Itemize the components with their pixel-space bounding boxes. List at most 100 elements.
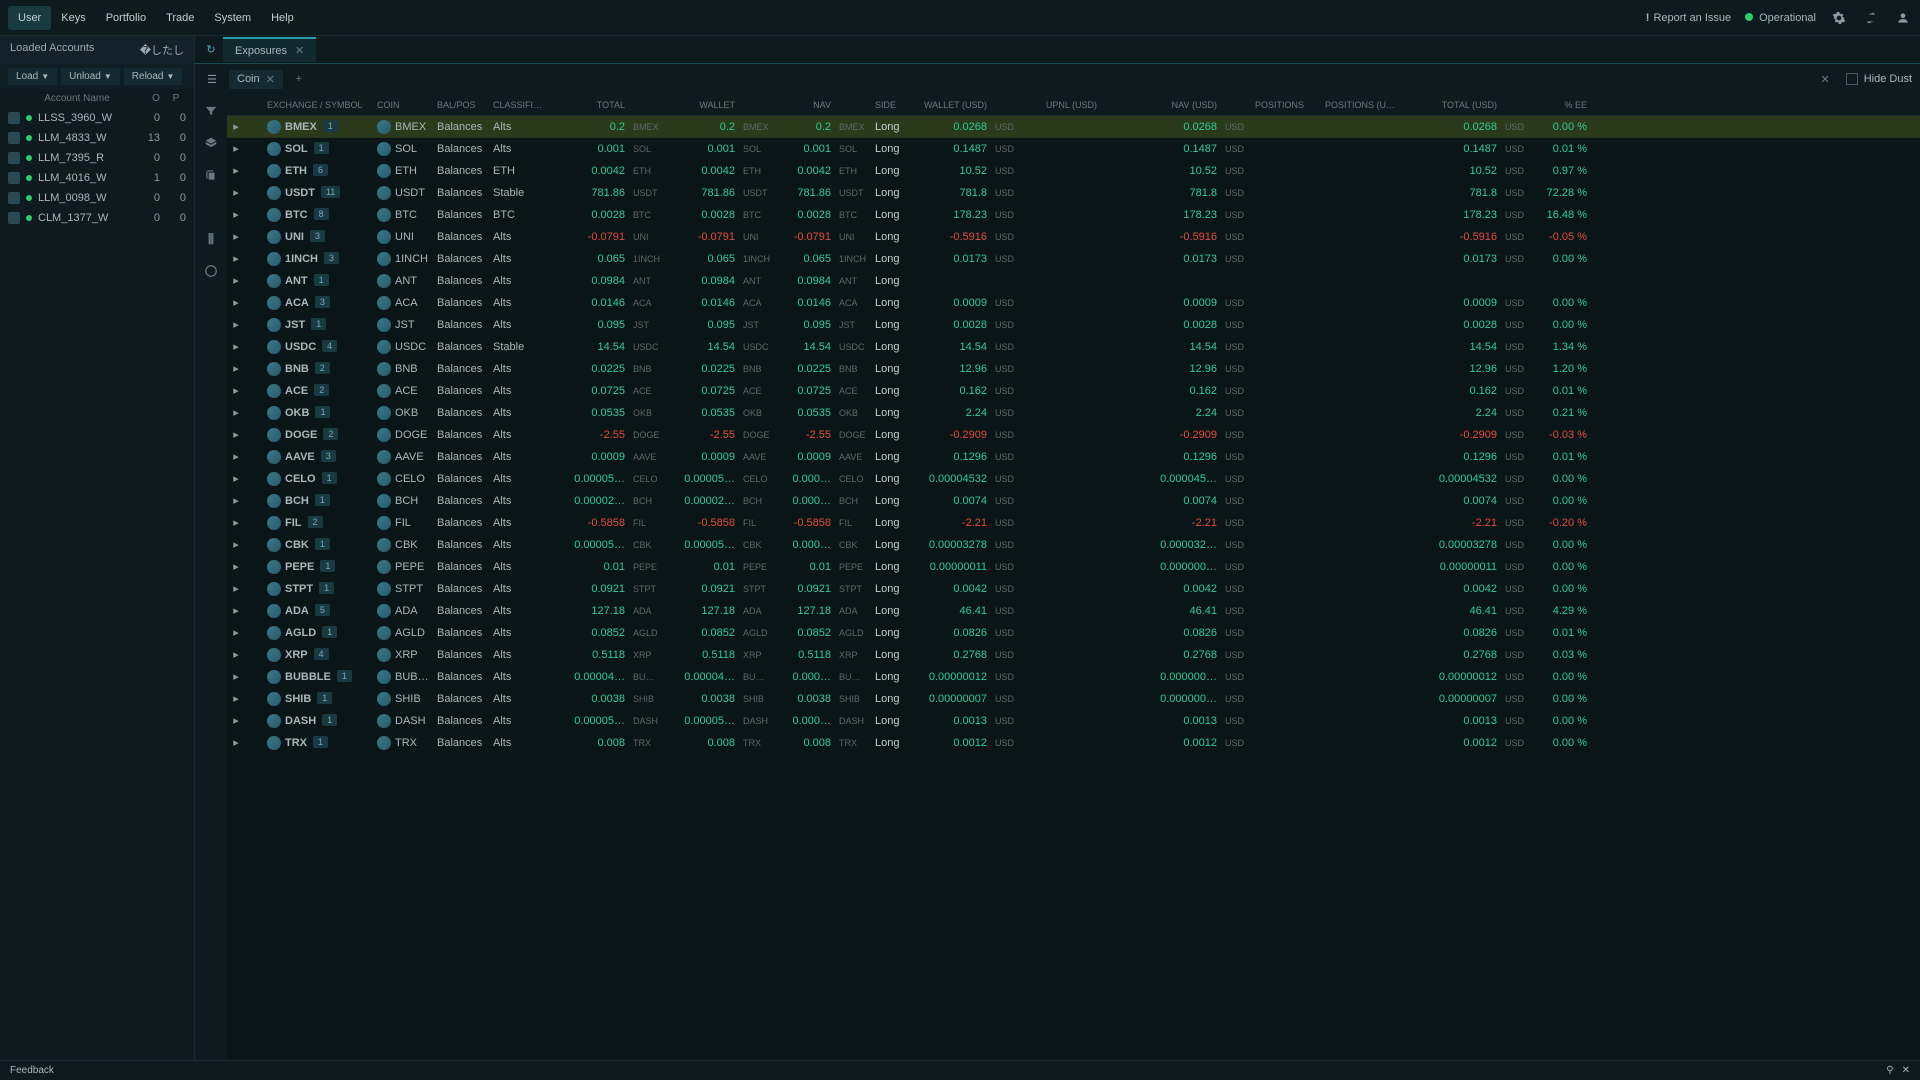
expand-icon[interactable]: ▸: [227, 252, 245, 265]
account-row[interactable]: LLSS_3960_W00: [0, 108, 194, 128]
hide-dust-checkbox[interactable]: Hide Dust: [1846, 73, 1912, 85]
expand-icon[interactable]: ▸: [227, 604, 245, 617]
expand-icon[interactable]: ▸: [227, 626, 245, 639]
tool-load[interactable]: Load ▼: [8, 68, 57, 85]
feedback-link[interactable]: Feedback: [10, 1065, 54, 1076]
table-row[interactable]: ▸ETH6ETHBalancesETH0.0042ETH0.0042ETH0.0…: [227, 160, 1920, 182]
expand-icon[interactable]: ▸: [227, 516, 245, 529]
tab-exposures[interactable]: Exposures ✕: [223, 37, 316, 62]
col-header[interactable]: POSITIONS (USD): [1321, 100, 1401, 110]
table-row[interactable]: ▸DASH1DASHBalancesAlts0.00005…DASH0.0000…: [227, 710, 1920, 732]
table-row[interactable]: ▸FIL2FILBalancesAlts-0.5858FIL-0.5858FIL…: [227, 512, 1920, 534]
col-header[interactable]: NAV: [775, 100, 835, 110]
col-header[interactable]: COIN: [373, 100, 433, 110]
expand-icon[interactable]: ▸: [227, 142, 245, 155]
table-row[interactable]: ▸BUBBLE1BUBB…BalancesAlts0.00004…BU…0.00…: [227, 666, 1920, 688]
table-row[interactable]: ▸JST1JSTBalancesAlts0.095JST0.095JST0.09…: [227, 314, 1920, 336]
expand-icon[interactable]: ▸: [227, 230, 245, 243]
col-header[interactable]: NAV (USD): [1131, 100, 1221, 110]
account-row[interactable]: LLM_4016_W10: [0, 168, 194, 188]
footer-pin-icon[interactable]: ⚲: [1886, 1065, 1893, 1076]
expand-icon[interactable]: ▸: [227, 274, 245, 287]
expand-icon[interactable]: ▸: [227, 296, 245, 309]
table-row[interactable]: ▸ANT1ANTBalancesAlts0.0984ANT0.0984ANT0.…: [227, 270, 1920, 292]
expand-icon[interactable]: ▸: [227, 736, 245, 749]
expand-icon[interactable]: ▸: [227, 714, 245, 727]
filter-chip-coin[interactable]: Coin ✕: [229, 70, 283, 89]
info-icon[interactable]: [202, 262, 220, 280]
table-row[interactable]: ▸STPT1STPTBalancesAlts0.0921STPT0.0921ST…: [227, 578, 1920, 600]
tool-reload[interactable]: Reload ▼: [124, 68, 183, 85]
menu-help[interactable]: Help: [261, 6, 304, 30]
expand-icon[interactable]: ▸: [227, 560, 245, 573]
close-icon[interactable]: ✕: [295, 44, 304, 57]
expand-icon[interactable]: ▸: [227, 406, 245, 419]
table-row[interactable]: ▸ADA5ADABalancesAlts127.18ADA127.18ADA12…: [227, 600, 1920, 622]
col-header[interactable]: CLASSIFICATION: [489, 100, 549, 110]
menu-icon[interactable]: ☰: [203, 70, 221, 88]
expand-icon[interactable]: ▸: [227, 648, 245, 661]
menu-trade[interactable]: Trade: [156, 6, 204, 30]
table-row[interactable]: ▸DOGE2DOGEBalancesAlts-2.55DOGE-2.55DOGE…: [227, 424, 1920, 446]
expand-icon[interactable]: ▸: [227, 538, 245, 551]
col-header[interactable]: % EE: [1531, 100, 1591, 110]
expand-icon[interactable]: ▸: [227, 450, 245, 463]
table-row[interactable]: ▸BNB2BNBBalancesAlts0.0225BNB0.0225BNB0.…: [227, 358, 1920, 380]
col-header[interactable]: POSITIONS: [1251, 100, 1321, 110]
chip-close-icon[interactable]: ✕: [266, 73, 275, 86]
expand-icon[interactable]: ▸: [227, 340, 245, 353]
expand-icon[interactable]: ▸: [227, 164, 245, 177]
col-header[interactable]: BAL/POS: [433, 100, 489, 110]
settings-icon[interactable]: [1830, 9, 1848, 27]
account-row[interactable]: LLM_7395_R00: [0, 148, 194, 168]
user-icon[interactable]: [1894, 9, 1912, 27]
collapse-icon[interactable]: �したし: [140, 42, 184, 58]
layers-icon[interactable]: [202, 134, 220, 152]
table-row[interactable]: ▸CBK1CBKBalancesAlts0.00005…CBK0.00005…C…: [227, 534, 1920, 556]
sliders-icon[interactable]: [202, 198, 220, 216]
col-header[interactable]: TOTAL (USD): [1401, 100, 1501, 110]
col-header[interactable]: WALLET (USD): [911, 100, 991, 110]
menu-portfolio[interactable]: Portfolio: [96, 6, 156, 30]
account-row[interactable]: LLM_0098_W00: [0, 188, 194, 208]
table-row[interactable]: ▸PEPE1PEPEBalancesAlts0.01PEPE0.01PEPE0.…: [227, 556, 1920, 578]
table-row[interactable]: ▸USDT11USDTBalancesStable781.86USDT781.8…: [227, 182, 1920, 204]
table-row[interactable]: ▸AAVE3AAVEBalancesAlts0.0009AAVE0.0009AA…: [227, 446, 1920, 468]
account-row[interactable]: LLM_4833_W130: [0, 128, 194, 148]
table-row[interactable]: ▸CELO1CELOBalancesAlts0.00005…CELO0.0000…: [227, 468, 1920, 490]
col-header[interactable]: WALLET: [669, 100, 739, 110]
account-row[interactable]: CLM_1377_W00: [0, 208, 194, 228]
expand-icon[interactable]: ▸: [227, 384, 245, 397]
filter-icon[interactable]: [202, 102, 220, 120]
expand-icon[interactable]: ▸: [227, 670, 245, 683]
table-row[interactable]: ▸OKB1OKBBalancesAlts0.0535OKB0.0535OKB0.…: [227, 402, 1920, 424]
expand-icon[interactable]: ▸: [227, 582, 245, 595]
expand-icon[interactable]: ▸: [227, 120, 245, 133]
table-row[interactable]: ▸1INCH31INCHBalancesAlts0.0651INCH0.0651…: [227, 248, 1920, 270]
col-header[interactable]: SIDE: [871, 100, 911, 110]
table-row[interactable]: ▸ACA3ACABalancesAlts0.0146ACA0.0146ACA0.…: [227, 292, 1920, 314]
table-row[interactable]: ▸UNI3UNIBalancesAlts-0.0791UNI-0.0791UNI…: [227, 226, 1920, 248]
table-row[interactable]: ▸BCH1BCHBalancesAlts0.00002…BCH0.00002…B…: [227, 490, 1920, 512]
footer-close-icon[interactable]: ✕: [1902, 1065, 1910, 1076]
menu-keys[interactable]: Keys: [51, 6, 95, 30]
swap-icon[interactable]: [1862, 9, 1880, 27]
table-row[interactable]: ▸USDC4USDCBalancesStable14.54USDC14.54US…: [227, 336, 1920, 358]
col-header[interactable]: TOTAL: [549, 100, 629, 110]
report-issue-link[interactable]: !Report an Issue: [1646, 12, 1731, 24]
table-row[interactable]: ▸SHIB1SHIBBalancesAlts0.0038SHIB0.0038SH…: [227, 688, 1920, 710]
refresh-icon[interactable]: ↻: [199, 38, 223, 62]
columns-icon[interactable]: ⦀: [202, 230, 220, 248]
expand-icon[interactable]: ▸: [227, 186, 245, 199]
expand-icon[interactable]: ▸: [227, 428, 245, 441]
add-filter-button[interactable]: +: [291, 71, 307, 87]
menu-user[interactable]: User: [8, 6, 51, 30]
table-row[interactable]: ▸XRP4XRPBalancesAlts0.5118XRP0.5118XRP0.…: [227, 644, 1920, 666]
table-row[interactable]: ▸AGLD1AGLDBalancesAlts0.0852AGLD0.0852AG…: [227, 622, 1920, 644]
expand-icon[interactable]: ▸: [227, 472, 245, 485]
clear-search-icon[interactable]: ✕: [1812, 73, 1837, 86]
table-row[interactable]: ▸SOL1SOLBalancesAlts0.001SOL0.001SOL0.00…: [227, 138, 1920, 160]
col-header[interactable]: UPNL (USD): [1021, 100, 1101, 110]
expand-icon[interactable]: ▸: [227, 208, 245, 221]
table-row[interactable]: ▸ACE2ACEBalancesAlts0.0725ACE0.0725ACE0.…: [227, 380, 1920, 402]
